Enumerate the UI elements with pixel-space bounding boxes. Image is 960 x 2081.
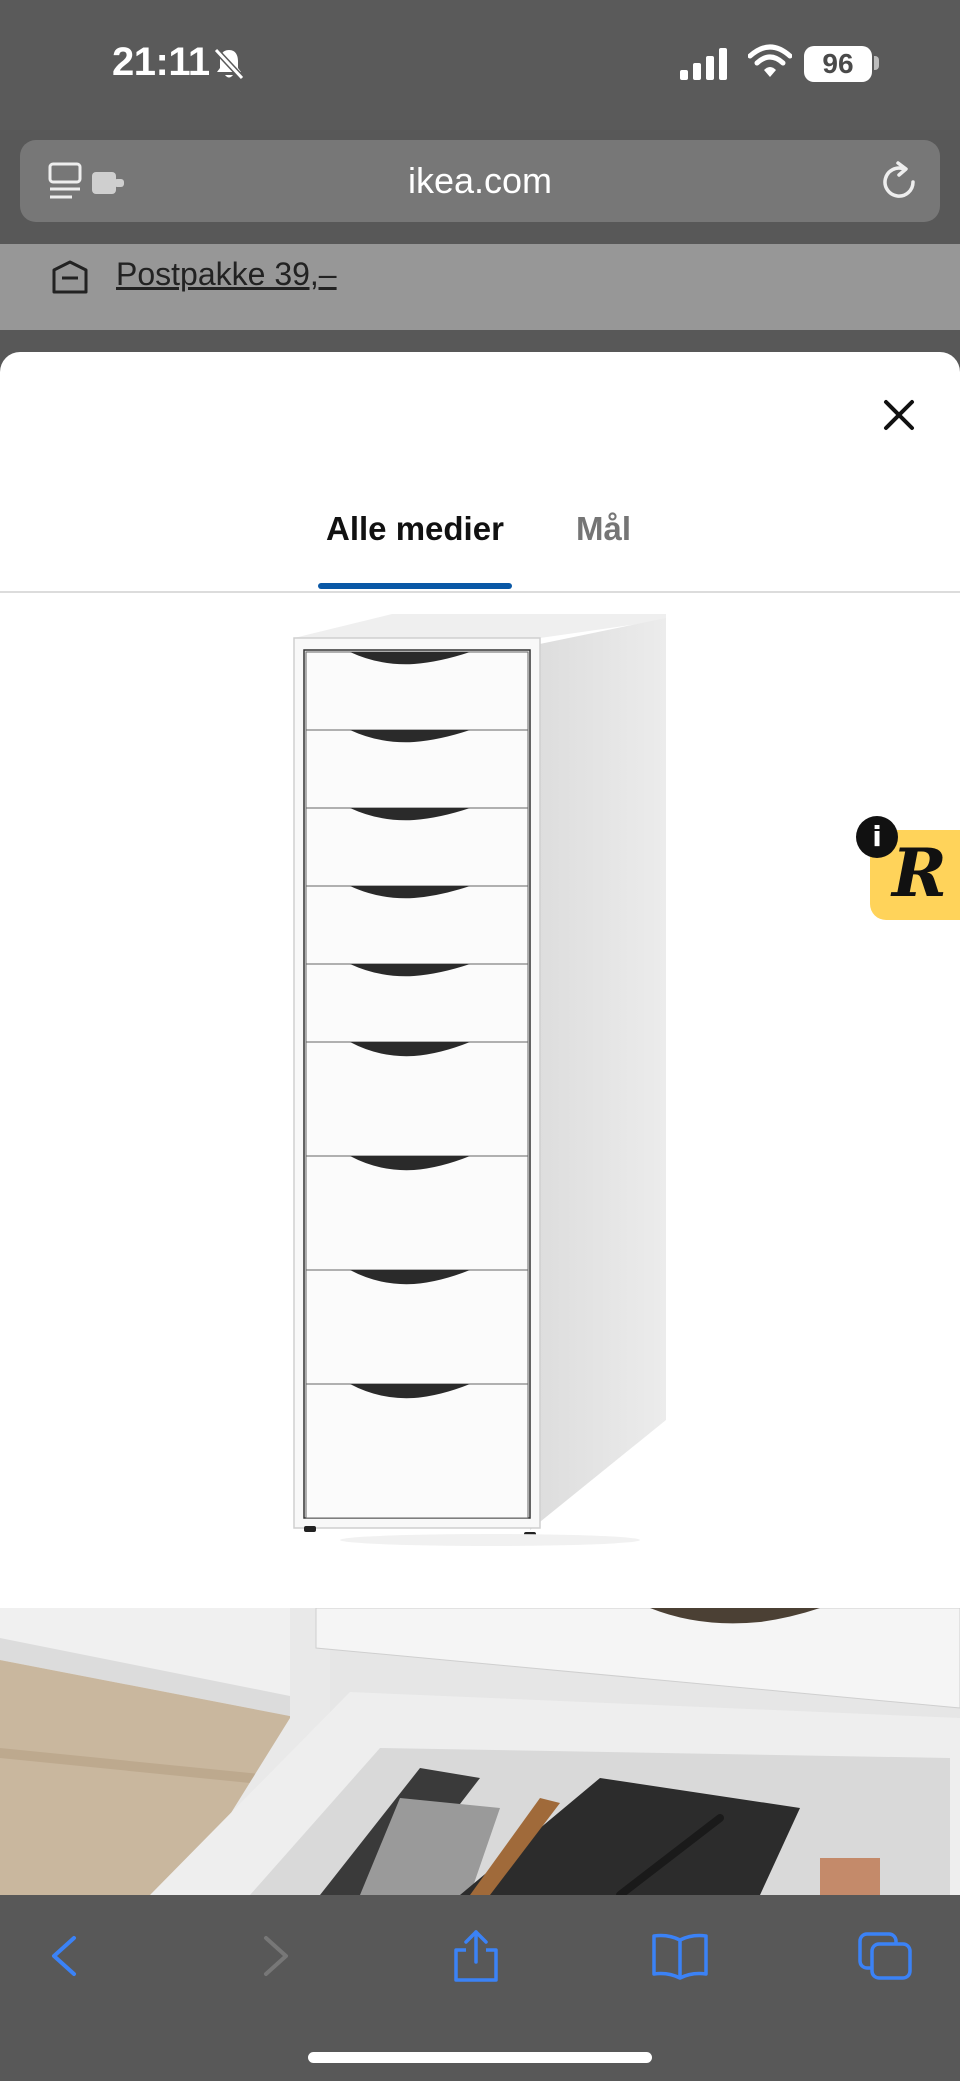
lifestyle-image[interactable] — [0, 1608, 960, 1895]
status-time: 21:11 — [112, 40, 210, 84]
tab-dimensions[interactable]: Mål — [576, 510, 631, 548]
address-bar[interactable]: ikea.com — [20, 140, 940, 222]
extension-logo: R — [892, 834, 947, 912]
forward-icon[interactable] — [244, 1930, 304, 1982]
home-indicator — [308, 2052, 652, 2063]
info-icon[interactable]: i — [856, 816, 898, 858]
wifi-icon — [748, 44, 792, 77]
cellular-signal-icon — [680, 48, 727, 80]
active-tab-indicator — [318, 583, 512, 589]
back-icon[interactable] — [36, 1930, 96, 1982]
battery-indicator: 96 — [804, 46, 872, 82]
silent-bell-icon — [213, 47, 245, 81]
tab-divider — [0, 591, 960, 593]
parcel-icon — [52, 260, 88, 294]
reload-icon[interactable] — [880, 160, 920, 202]
battery-nub — [874, 56, 879, 70]
tabs-icon[interactable] — [856, 1930, 916, 1982]
close-icon[interactable] — [874, 390, 924, 440]
url-text[interactable]: ikea.com — [20, 160, 940, 202]
status-bar: 21:11 96 — [0, 0, 960, 130]
shipping-link[interactable]: Postpakke 39,– — [116, 256, 337, 293]
product-image[interactable] — [280, 610, 680, 1550]
bookmarks-icon[interactable] — [650, 1930, 710, 1982]
share-icon[interactable] — [446, 1930, 506, 1982]
tab-all-media[interactable]: Alle medier — [326, 510, 504, 548]
